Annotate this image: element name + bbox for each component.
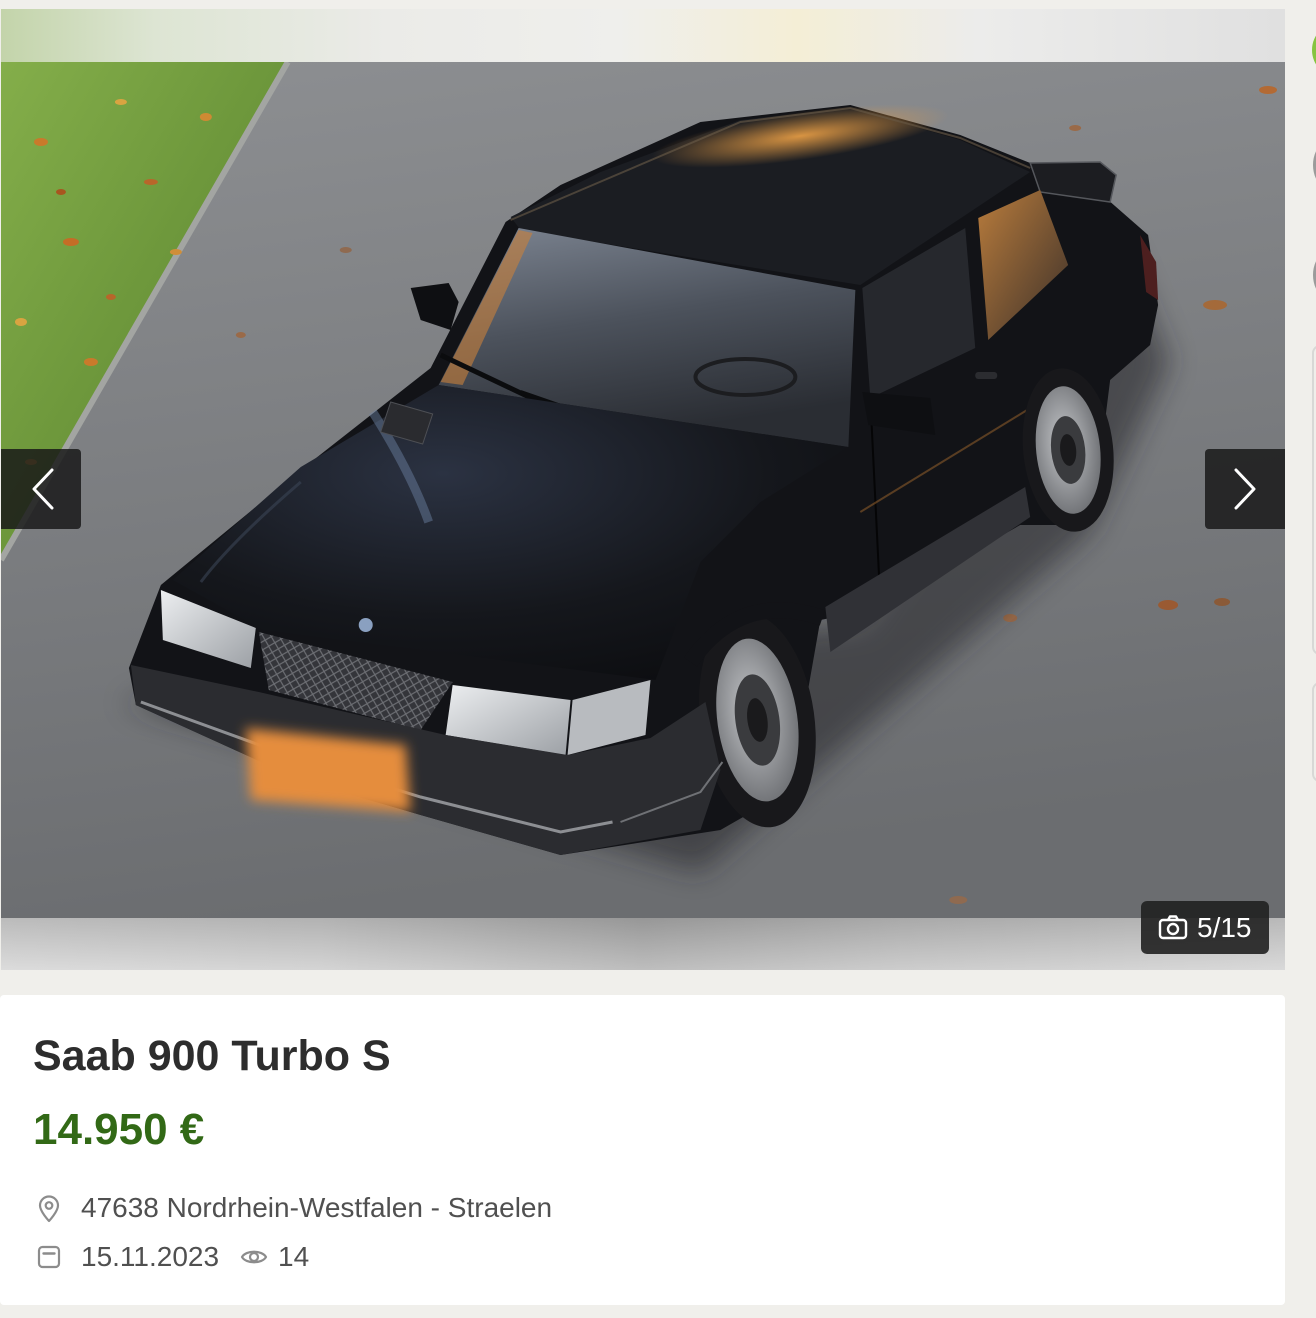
calendar-icon bbox=[37, 1245, 61, 1269]
chevron-right-icon bbox=[1234, 468, 1256, 510]
sidebar-partial bbox=[1300, 0, 1316, 1318]
listing-title: Saab 900 Turbo S bbox=[33, 1032, 391, 1080]
listing-date: 15.11.2023 bbox=[81, 1241, 220, 1272]
listing-photo[interactable] bbox=[1, 62, 1285, 918]
image-counter: 5/15 bbox=[1141, 901, 1269, 954]
next-image-button[interactable] bbox=[1205, 449, 1285, 529]
location-pin-icon bbox=[38, 1195, 60, 1223]
car-photo bbox=[1, 62, 1285, 918]
listing-location: 47638 Nordrhein-Westfalen - Straelen bbox=[81, 1192, 553, 1223]
camera-icon bbox=[1158, 915, 1188, 940]
sidebar-panel bbox=[1312, 682, 1316, 782]
gallery-backdrop-top bbox=[1, 9, 1285, 62]
previous-image-button[interactable] bbox=[1, 449, 81, 529]
eye-icon bbox=[240, 1250, 268, 1264]
image-counter-text: 5/15 bbox=[1197, 912, 1252, 943]
sidebar-panel bbox=[1312, 345, 1316, 655]
gallery-backdrop-bottom bbox=[1, 918, 1285, 970]
chevron-left-icon bbox=[32, 468, 54, 510]
door-handle bbox=[975, 372, 998, 379]
listing-view-count: 14 bbox=[278, 1241, 310, 1272]
sidebar-accent-button[interactable] bbox=[1312, 22, 1316, 78]
listing-price: 14.950 € bbox=[33, 1105, 205, 1154]
listing-details-card: Saab 900 Turbo S 14.950 € 47638 Nordrhei… bbox=[0, 995, 1285, 1305]
brand-badge bbox=[358, 618, 373, 632]
image-gallery: 5/15 bbox=[1, 9, 1285, 970]
